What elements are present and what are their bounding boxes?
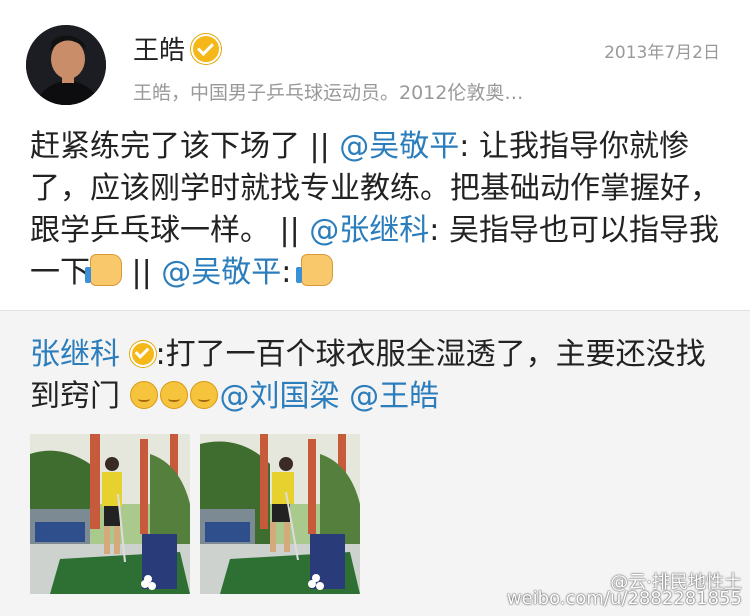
mention-link[interactable]: @刘国梁 <box>220 379 340 414</box>
mention-link[interactable]: @吴敬平 <box>339 129 459 164</box>
post-text-segment: || <box>122 255 162 290</box>
author-name[interactable]: 王皓 <box>133 30 185 67</box>
thumbs-up-icon <box>85 254 122 286</box>
watermark-url: weibo.com/u/2882281855 <box>506 588 742 609</box>
retweet-photo-1[interactable] <box>30 434 190 594</box>
mention-link[interactable]: @吴敬平 <box>161 255 281 290</box>
mention-link[interactable]: @张继科 <box>309 213 429 248</box>
post-text: 赶紧练完了该下场了 || @吴敬平: 让我指导你就惨了，应该刚学时就找专业教练。… <box>30 126 725 294</box>
retweet-text: 张继科 :打了一百个球衣服全湿透了，主要还没找到窍门 @刘国梁 @王皓 <box>30 334 725 418</box>
verified-badge-icon <box>191 33 222 64</box>
retweet-author[interactable]: 张继科 <box>30 337 120 372</box>
golf-photo-image <box>30 434 190 594</box>
verified-badge-icon <box>129 341 156 367</box>
avatar-portrait <box>26 25 106 105</box>
mention-link[interactable]: @王皓 <box>349 379 439 414</box>
post-text-segment: 赶紧练完了该下场了 || <box>30 129 340 164</box>
post-date: 2013年7月2日 <box>604 43 720 63</box>
sweat-face-icon <box>159 381 188 409</box>
sweat-face-icon <box>129 381 158 409</box>
sweat-face-icon <box>189 381 218 409</box>
author-avatar[interactable] <box>26 25 106 105</box>
author-bio: 王皓，中国男子乒乓球运动员。2012伦敦奥… <box>133 82 524 104</box>
retweet-photo-2[interactable] <box>200 434 360 594</box>
thumbs-up-icon <box>295 254 333 286</box>
golf-photo-image <box>200 434 360 594</box>
author-name-row[interactable]: 王皓 <box>133 30 222 67</box>
